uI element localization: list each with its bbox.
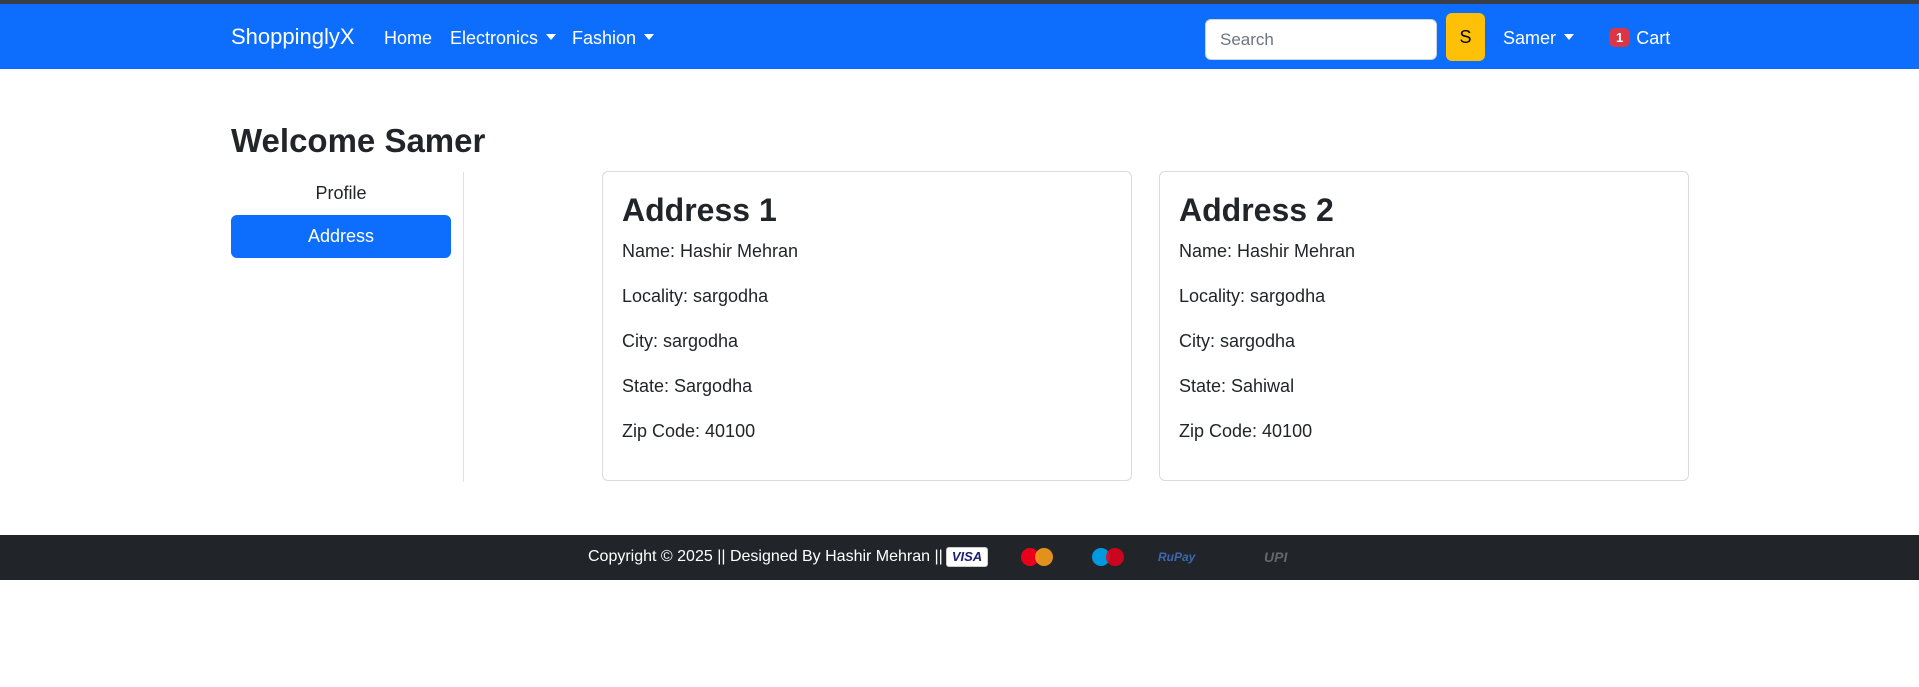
search-input[interactable] bbox=[1205, 19, 1437, 60]
address-name: Name: Hashir Mehran bbox=[622, 241, 799, 261]
mastercard-logo bbox=[1021, 548, 1053, 566]
address-city: City: sargodha bbox=[1179, 331, 1296, 351]
visa-logo: VISA bbox=[946, 547, 988, 567]
address-name: Name: Hashir Mehran bbox=[1179, 241, 1356, 261]
brand-logo[interactable]: ShoppinglyX bbox=[231, 24, 355, 50]
nav-home-label: Home bbox=[384, 28, 433, 48]
maestro-logo bbox=[1092, 548, 1124, 566]
sidebar-item-address[interactable]: Address bbox=[231, 215, 451, 258]
sidebar-item-profile[interactable]: Profile bbox=[231, 172, 451, 215]
user-name-label: Samer bbox=[1503, 28, 1557, 48]
footer: Copyright © 2025 || Designed By Hashir M… bbox=[0, 535, 1919, 580]
address-zip: Zip Code: 40100 bbox=[1179, 421, 1313, 441]
address-locality: Locality: sargodha bbox=[1179, 286, 1326, 306]
cart-label: Cart bbox=[1636, 28, 1671, 48]
chevron-down-icon bbox=[546, 34, 557, 40]
nav-fashion-label: Fashion bbox=[572, 28, 637, 48]
cart-link[interactable]: 1 Cart bbox=[1609, 28, 1670, 49]
footer-copyright: Copyright © 2025 || Designed By Hashir M… bbox=[588, 548, 943, 565]
address-city: City: sargodha bbox=[622, 331, 739, 351]
address-card-1: Address 1 Name: Hashir Mehran Locality: … bbox=[602, 171, 1132, 481]
address-title: Address 2 bbox=[1179, 192, 1334, 228]
user-dropdown[interactable]: Samer bbox=[1503, 28, 1575, 49]
page-title: Welcome Samer bbox=[231, 122, 486, 159]
upi-logo: UPI bbox=[1264, 549, 1288, 565]
chevron-down-icon bbox=[644, 34, 655, 40]
nav-electronics-dropdown[interactable]: Electronics bbox=[450, 28, 557, 49]
sidebar: Profile Address bbox=[231, 172, 464, 482]
address-title: Address 1 bbox=[622, 192, 777, 228]
navbar: ShoppinglyX Home Electronics Fashion S S… bbox=[0, 4, 1919, 69]
address-state: State: Sahiwal bbox=[1179, 376, 1295, 396]
chevron-down-icon bbox=[1564, 34, 1575, 40]
nav-fashion-dropdown[interactable]: Fashion bbox=[572, 28, 655, 49]
address-zip: Zip Code: 40100 bbox=[622, 421, 756, 441]
rupay-logo: RuPay bbox=[1158, 550, 1196, 564]
address-locality: Locality: sargodha bbox=[622, 286, 769, 306]
nav-electronics-label: Electronics bbox=[450, 28, 539, 48]
address-state: State: Sargodha bbox=[622, 376, 753, 396]
address-card-2: Address 2 Name: Hashir Mehran Locality: … bbox=[1159, 171, 1689, 481]
cart-count-badge: 1 bbox=[1609, 28, 1631, 47]
nav-home[interactable]: Home bbox=[384, 28, 432, 49]
search-button[interactable]: S bbox=[1446, 13, 1485, 61]
